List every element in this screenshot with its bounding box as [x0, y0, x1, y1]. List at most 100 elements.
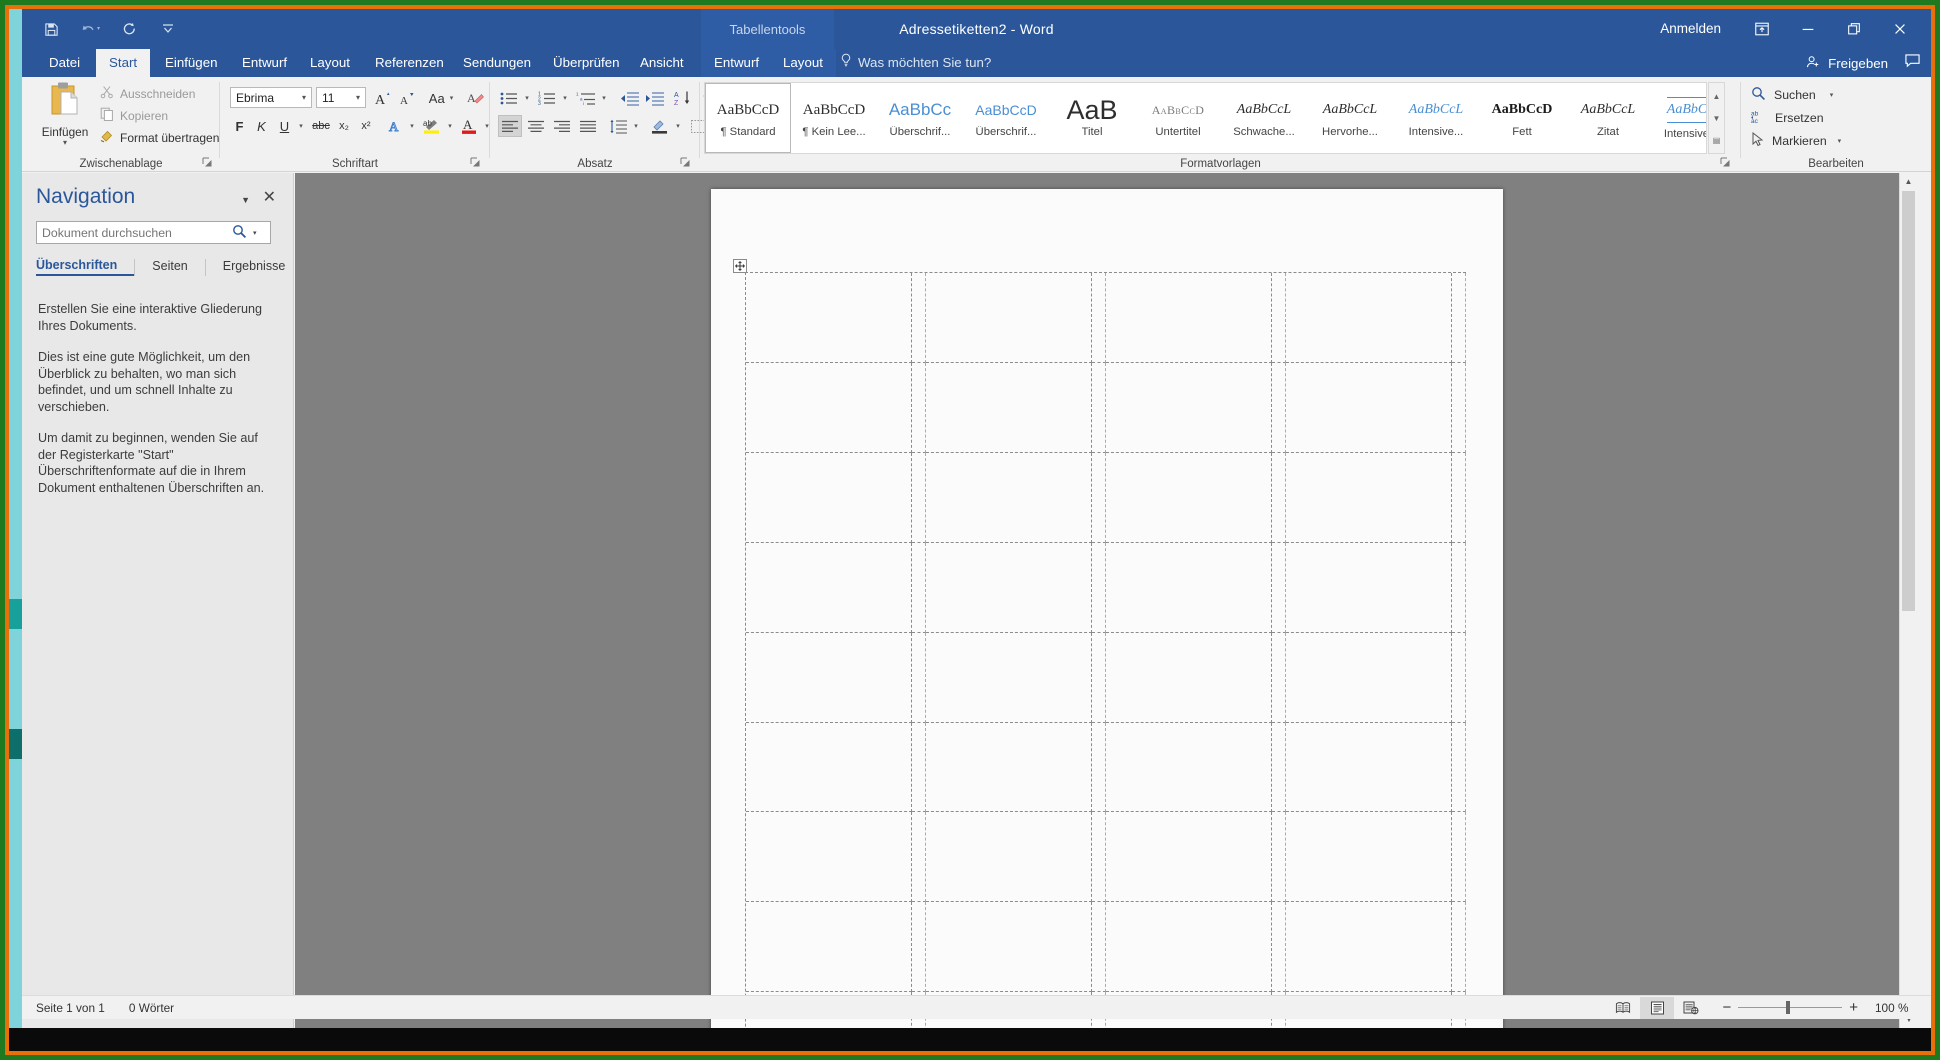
table-cell[interactable]: [746, 452, 912, 543]
text-effects-dropdown[interactable]: ▾: [406, 115, 418, 137]
table-gutter-cell[interactable]: [1092, 452, 1106, 543]
bold-button[interactable]: F: [230, 115, 249, 137]
style-item-8[interactable]: AaBbCcL Intensive...: [1393, 83, 1479, 153]
table-cell[interactable]: [1286, 722, 1452, 813]
search-input[interactable]: [42, 225, 230, 240]
style-item-5[interactable]: AaBbCcD Untertitel: [1135, 83, 1221, 153]
table-cell[interactable]: [1286, 362, 1452, 453]
table-cell[interactable]: [746, 812, 912, 903]
decrease-indent-button[interactable]: [618, 87, 642, 109]
table-gutter-cell[interactable]: [1272, 362, 1286, 453]
font-dialog-launcher[interactable]: [470, 157, 482, 169]
table-gutter-cell[interactable]: [912, 632, 926, 723]
chevron-down-icon[interactable]: ▾: [1830, 91, 1834, 99]
table-gutter-cell[interactable]: [1452, 542, 1466, 633]
sort-button[interactable]: AZ: [672, 87, 694, 109]
italic-button[interactable]: K: [252, 115, 271, 137]
read-mode-icon[interactable]: [1606, 997, 1640, 1019]
table-gutter-cell[interactable]: [912, 542, 926, 633]
highlight-dropdown[interactable]: ▾: [444, 115, 456, 137]
line-spacing-dropdown[interactable]: ▾: [630, 115, 642, 137]
style-item-3[interactable]: AaBbCcD Überschrif...: [963, 83, 1049, 153]
table-cell[interactable]: [1106, 722, 1272, 813]
chevron-down-icon[interactable]: ▾: [302, 93, 306, 102]
table-gutter-cell[interactable]: [912, 452, 926, 543]
bullets-button[interactable]: [498, 87, 520, 109]
search-options-icon[interactable]: ▾: [253, 229, 257, 237]
table-gutter-cell[interactable]: [1272, 452, 1286, 543]
tab-tabellentools-layout[interactable]: Layout: [770, 49, 836, 77]
table-gutter-cell[interactable]: [1092, 362, 1106, 453]
document-scrollbar[interactable]: ▲ ▼: [1899, 173, 1917, 1028]
table-cell[interactable]: [926, 812, 1092, 903]
table-cell[interactable]: [926, 362, 1092, 453]
zoom-slider[interactable]: [1738, 1001, 1843, 1015]
numbering-button[interactable]: 123: [536, 87, 558, 109]
increase-indent-button[interactable]: [643, 87, 667, 109]
style-item-4[interactable]: AaB Titel: [1049, 83, 1135, 153]
customize-qat-icon[interactable]: [155, 16, 181, 42]
tab-sendungen[interactable]: Sendungen: [450, 49, 544, 77]
paste-button[interactable]: Einfügen ▾: [36, 81, 94, 151]
search-icon[interactable]: [232, 224, 247, 242]
table-cell[interactable]: [1286, 812, 1452, 903]
table-gutter-cell[interactable]: [1272, 722, 1286, 813]
superscript-button[interactable]: x²: [356, 115, 376, 137]
table-cell[interactable]: [746, 273, 912, 363]
change-case-button[interactable]: Aa ▾: [424, 87, 458, 109]
table-cell[interactable]: [746, 542, 912, 633]
tell-me-box[interactable]: Was möchten Sie tun?: [840, 49, 991, 77]
table-gutter-cell[interactable]: [1452, 273, 1466, 363]
paragraph-dialog-launcher[interactable]: [680, 157, 692, 169]
tab-datei[interactable]: Datei: [36, 49, 93, 77]
label-table[interactable]: [745, 272, 1466, 1028]
format-painter-button[interactable]: Format übertragen: [100, 129, 219, 146]
table-gutter-cell[interactable]: [1092, 542, 1106, 633]
styles-scroll-down-icon[interactable]: ▼: [1709, 107, 1724, 129]
scroll-up-icon[interactable]: ▲: [1900, 173, 1917, 190]
table-cell[interactable]: [746, 902, 912, 993]
minimize-icon[interactable]: [1785, 9, 1831, 49]
table-cell[interactable]: [1286, 902, 1452, 993]
document-page[interactable]: [711, 189, 1503, 1028]
justify-button[interactable]: [576, 115, 600, 137]
style-item-11[interactable]: AaBbCcL Intensives...: [1651, 83, 1706, 153]
table-cell[interactable]: [1286, 273, 1452, 363]
navigation-options-icon[interactable]: ▼: [241, 195, 250, 205]
nav-tab-ergebnisse[interactable]: Ergebnisse: [204, 258, 303, 276]
table-gutter-cell[interactable]: [912, 722, 926, 813]
table-cell[interactable]: [1106, 362, 1272, 453]
tab-entwurf[interactable]: Entwurf: [229, 49, 300, 77]
select-button[interactable]: Markieren ▾: [1751, 131, 1841, 150]
navigation-close-icon[interactable]: ✕: [263, 187, 276, 207]
styles-gallery[interactable]: AaBbCcD ¶ Standard AaBbCcD ¶ Kein Lee... AaB…: [704, 82, 1707, 154]
web-layout-icon[interactable]: [1674, 997, 1708, 1019]
table-gutter-cell[interactable]: [1092, 273, 1106, 363]
tab-layout[interactable]: Layout: [297, 49, 363, 77]
table-gutter-cell[interactable]: [1092, 632, 1106, 723]
table-gutter-cell[interactable]: [1272, 812, 1286, 903]
table-gutter-cell[interactable]: [912, 362, 926, 453]
table-gutter-cell[interactable]: [1272, 632, 1286, 723]
style-item-7[interactable]: AaBbCcL Hervorhe...: [1307, 83, 1393, 153]
zoom-in-button[interactable]: +: [1849, 999, 1858, 1016]
share-button[interactable]: Freigeben: [1806, 55, 1888, 72]
table-gutter-cell[interactable]: [1092, 722, 1106, 813]
table-gutter-cell[interactable]: [1452, 902, 1466, 993]
tab-start[interactable]: Start: [96, 49, 151, 77]
font-family-combobox[interactable]: Ebrima ▾: [230, 87, 312, 108]
table-cell[interactable]: [746, 632, 912, 723]
shrink-font-button[interactable]: A: [396, 87, 418, 109]
multilevel-dropdown[interactable]: ▾: [598, 87, 610, 109]
table-cell[interactable]: [926, 273, 1092, 363]
table-cell[interactable]: [1286, 632, 1452, 723]
table-move-handle[interactable]: [733, 259, 747, 273]
zoom-level[interactable]: 100 %: [1875, 1001, 1917, 1015]
style-item-2[interactable]: AaBbCc Überschrif...: [877, 83, 963, 153]
bullets-dropdown[interactable]: ▾: [521, 87, 533, 109]
page-count[interactable]: Seite 1 von 1: [36, 1001, 105, 1015]
table-cell[interactable]: [926, 452, 1092, 543]
table-cell[interactable]: [1106, 452, 1272, 543]
tab-referenzen[interactable]: Referenzen: [362, 49, 457, 77]
align-center-button[interactable]: [524, 115, 548, 137]
